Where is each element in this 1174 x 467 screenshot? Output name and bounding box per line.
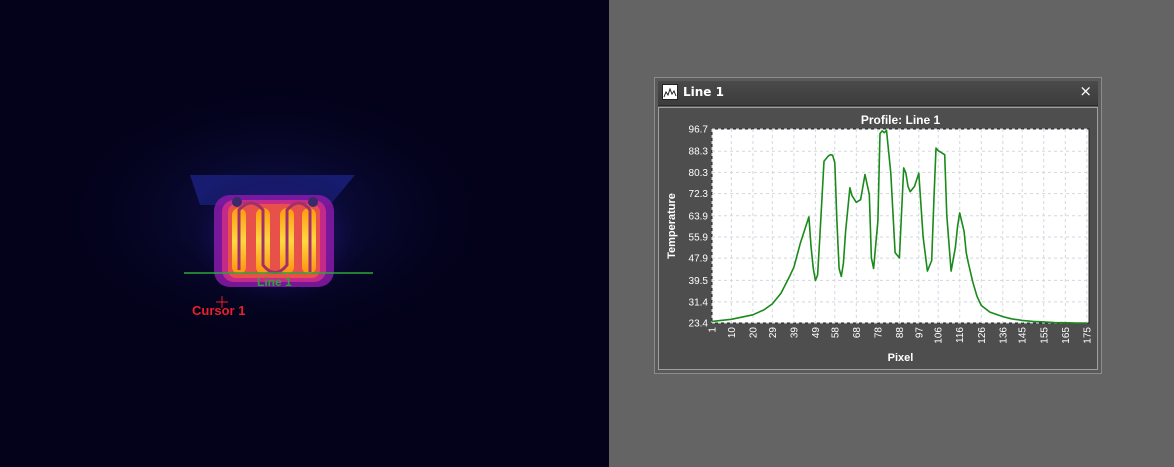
x-tick-label: 116 (955, 327, 966, 343)
window-title: Line 1 (683, 85, 724, 99)
y-tick-label: 63.9 (689, 211, 709, 222)
x-tick-label: 1 (708, 327, 719, 333)
y-tick-label: 72.3 (689, 189, 709, 200)
y-tick-label: 55.9 (689, 232, 709, 243)
x-tick-label: 175 (1082, 327, 1093, 344)
y-tick-label: 80.3 (689, 168, 709, 179)
x-tick-label: 78 (873, 327, 884, 339)
y-tick-label: 31.4 (689, 297, 709, 308)
close-icon[interactable]: × (1079, 82, 1092, 100)
x-tick-label: 68 (852, 327, 863, 339)
x-tick-label: 20 (748, 327, 759, 339)
chart-title: Profile: Line 1 (861, 113, 941, 127)
x-tick-label: 106 (934, 327, 945, 344)
line-label: Line 1 (257, 275, 292, 289)
x-tick-label: 10 (727, 327, 738, 339)
x-tick-label: 145 (1018, 327, 1029, 344)
profile-window[interactable]: Line 1 × Profile: Line 1 96.7 88.3 80.3 72.3… (654, 77, 1102, 374)
y-tick-label: 23.4 (689, 319, 709, 330)
profile-chart: Profile: Line 1 96.7 88.3 80.3 72.3 63.9 55.9 4… (666, 113, 1093, 364)
y-tick-label: 47.9 (689, 254, 709, 265)
x-tick-label: 155 (1039, 327, 1050, 344)
thermal-image (45, 75, 505, 355)
window-titlebar[interactable]: Line 1 × (658, 81, 1098, 106)
y-axis-label: Temperature (666, 193, 678, 259)
x-tick-label: 126 (977, 327, 988, 344)
x-tick-label: 49 (811, 327, 822, 339)
x-tick-label: 97 (914, 327, 925, 339)
x-tick-label: 29 (768, 327, 779, 339)
x-tick-label: 165 (1061, 327, 1072, 344)
chart-panel: Profile: Line 1 96.7 88.3 80.3 72.3 63.9 55.9 4… (658, 107, 1098, 370)
cursor-label: Cursor 1 (192, 303, 246, 318)
x-tick-label: 88 (895, 327, 906, 339)
y-tick-label: 88.3 (689, 147, 709, 158)
y-tick-label: 96.7 (689, 125, 709, 136)
x-tick-label: 58 (830, 327, 841, 339)
thermal-image-view[interactable]: Line 1 Cursor 1 (0, 0, 609, 467)
x-axis-label: Pixel (888, 352, 914, 364)
x-tick-label: 39 (789, 327, 800, 339)
y-tick-label: 39.5 (689, 276, 709, 287)
chart-icon (662, 84, 678, 100)
x-tick-label: 136 (998, 327, 1009, 344)
